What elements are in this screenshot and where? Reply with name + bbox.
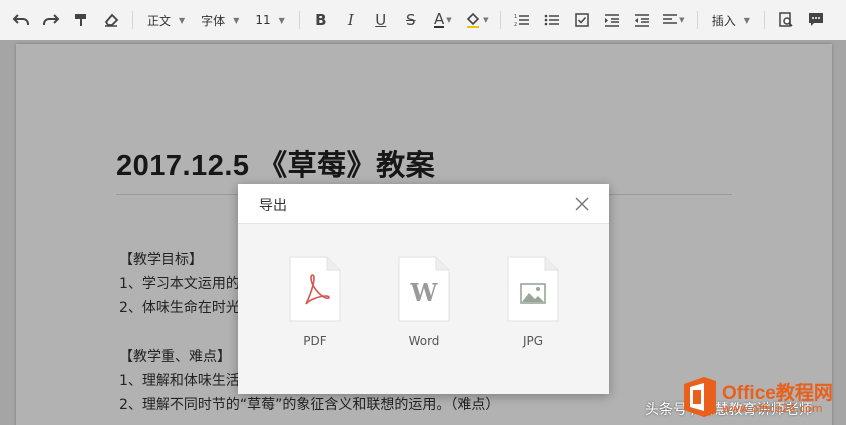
paint-bucket-icon bbox=[466, 12, 480, 28]
jpg-icon bbox=[507, 256, 559, 322]
dialog-header: 导出 bbox=[238, 184, 609, 224]
watermark-url: www.office26.com bbox=[722, 402, 823, 415]
bold-button[interactable]: B bbox=[306, 6, 336, 34]
divider bbox=[132, 11, 133, 29]
chevron-down-icon: ▼ bbox=[446, 16, 452, 24]
align-left-icon bbox=[663, 14, 678, 24]
find-replace-icon[interactable] bbox=[771, 6, 801, 34]
italic-button[interactable]: I bbox=[336, 6, 366, 34]
word-icon: W bbox=[398, 256, 450, 322]
export-option-label: PDF bbox=[303, 334, 327, 348]
dialog-title: 导出 bbox=[259, 198, 287, 214]
divider bbox=[763, 11, 765, 29]
outdent-icon[interactable] bbox=[627, 6, 657, 34]
export-option-label: JPG bbox=[522, 334, 544, 348]
font-size-value: 11 bbox=[255, 13, 271, 27]
bullet-list-icon[interactable] bbox=[537, 6, 567, 34]
pdf-icon bbox=[289, 256, 341, 322]
chevron-down-icon: ▼ bbox=[483, 16, 489, 24]
font-color-glyph: A bbox=[433, 10, 445, 28]
chevron-down-icon: ▼ bbox=[233, 15, 240, 25]
numbered-list-icon[interactable]: 12 bbox=[507, 6, 537, 34]
office-logo-icon bbox=[684, 377, 716, 417]
close-icon[interactable] bbox=[573, 195, 591, 213]
toolbar: 正文 ▼ 字体 ▼ 11 ▼ B I U S A ▼ ▼ 12 ▼ 插入 ▼ bbox=[0, 0, 846, 40]
chevron-down-icon: ▼ bbox=[179, 15, 186, 25]
comment-icon[interactable] bbox=[801, 6, 831, 34]
align-dropdown[interactable]: ▼ bbox=[657, 6, 691, 34]
word-glyph: W bbox=[410, 278, 439, 307]
svg-text:1: 1 bbox=[514, 14, 517, 20]
export-dialog: 导出 PDF W Word JPG bbox=[238, 184, 609, 394]
redo-icon[interactable] bbox=[36, 6, 66, 34]
font-family-dropdown[interactable]: 字体 ▼ bbox=[193, 6, 247, 34]
indent-icon[interactable] bbox=[597, 6, 627, 34]
undo-icon[interactable] bbox=[6, 6, 36, 34]
checklist-icon[interactable] bbox=[567, 6, 597, 34]
svg-text:2: 2 bbox=[514, 22, 517, 27]
font-family-value: 字体 bbox=[201, 13, 226, 28]
underline-button[interactable]: U bbox=[366, 6, 396, 34]
eraser-icon[interactable] bbox=[96, 6, 126, 34]
watermark-brand: Office教程网 bbox=[722, 383, 833, 404]
divider bbox=[696, 11, 698, 29]
divider bbox=[298, 11, 300, 29]
export-option-label: Word bbox=[408, 334, 440, 348]
insert-label: 插入 bbox=[711, 13, 736, 28]
paragraph-style-dropdown[interactable]: 正文 ▼ bbox=[139, 6, 193, 34]
font-size-dropdown[interactable]: 11 ▼ bbox=[247, 6, 292, 34]
font-color-button[interactable]: A ▼ bbox=[426, 6, 460, 34]
highlight-button[interactable]: ▼ bbox=[460, 6, 494, 34]
chevron-down-icon: ▼ bbox=[278, 15, 285, 25]
chevron-down-icon: ▼ bbox=[679, 16, 685, 24]
paragraph-style-value: 正文 bbox=[147, 13, 172, 28]
export-word-option[interactable]: W Word bbox=[394, 256, 454, 348]
export-pdf-option[interactable]: PDF bbox=[285, 256, 345, 348]
chevron-down-icon: ▼ bbox=[743, 15, 750, 25]
insert-dropdown[interactable]: 插入 ▼ bbox=[704, 6, 758, 34]
format-painter-icon[interactable] bbox=[66, 6, 96, 34]
export-jpg-option[interactable]: JPG bbox=[503, 256, 563, 348]
divider bbox=[499, 11, 501, 29]
strikethrough-button[interactable]: S bbox=[396, 6, 426, 34]
